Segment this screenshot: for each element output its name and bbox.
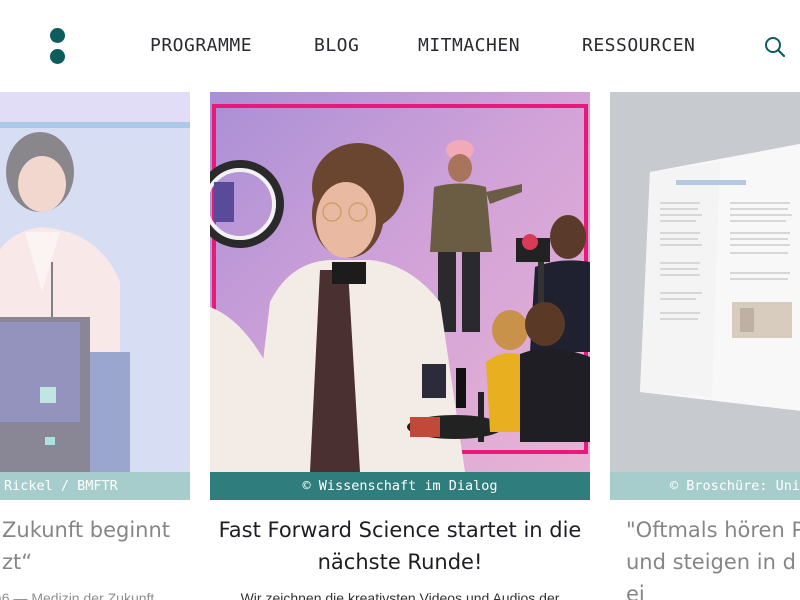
search-icon[interactable] bbox=[764, 36, 786, 58]
logo-dot bbox=[50, 28, 65, 43]
blog-card-previous[interactable]: Rickel / BMFTR Zukunft beginnt zt“ a6 — … bbox=[0, 92, 190, 600]
card-teaser: Wir zeichnen die kreativsten Videos und … bbox=[240, 590, 560, 600]
card-image-speaker bbox=[0, 92, 190, 472]
site-logo[interactable] bbox=[50, 28, 66, 64]
site-header: PROGRAMME BLOG MITMACHEN RESSOURCEN bbox=[0, 0, 800, 92]
image-credit: Rickel / BMFTR bbox=[0, 472, 190, 500]
card-title[interactable]: "Oftmals hören P und steigen in d ei bbox=[610, 514, 800, 600]
logo-dot bbox=[50, 49, 65, 64]
card-title[interactable]: Zukunft beginnt zt“ bbox=[0, 514, 190, 578]
card-image-fast-forward-science bbox=[210, 92, 590, 472]
blog-card-next[interactable]: © Broschüre: Uni "Oftmals hören P und st… bbox=[610, 92, 800, 600]
card-title[interactable]: Fast Forward Science startet in die näch… bbox=[210, 514, 590, 578]
image-credit: © Broschüre: Uni bbox=[610, 472, 800, 500]
blog-card-featured[interactable]: © Wissenschaft im Dialog Fast Forward Sc… bbox=[210, 92, 590, 600]
nav-item-programme[interactable]: PROGRAMME bbox=[150, 35, 252, 56]
image-credit: © Wissenschaft im Dialog bbox=[210, 472, 590, 500]
nav-item-blog[interactable]: BLOG bbox=[314, 35, 359, 56]
nav-item-mitmachen[interactable]: MITMACHEN bbox=[418, 35, 520, 56]
card-teaser: a6 — Medizin der Zukunft bbox=[0, 590, 155, 600]
card-image-brochure bbox=[610, 92, 800, 472]
nav-item-ressourcen[interactable]: RESSOURCEN bbox=[582, 35, 695, 56]
